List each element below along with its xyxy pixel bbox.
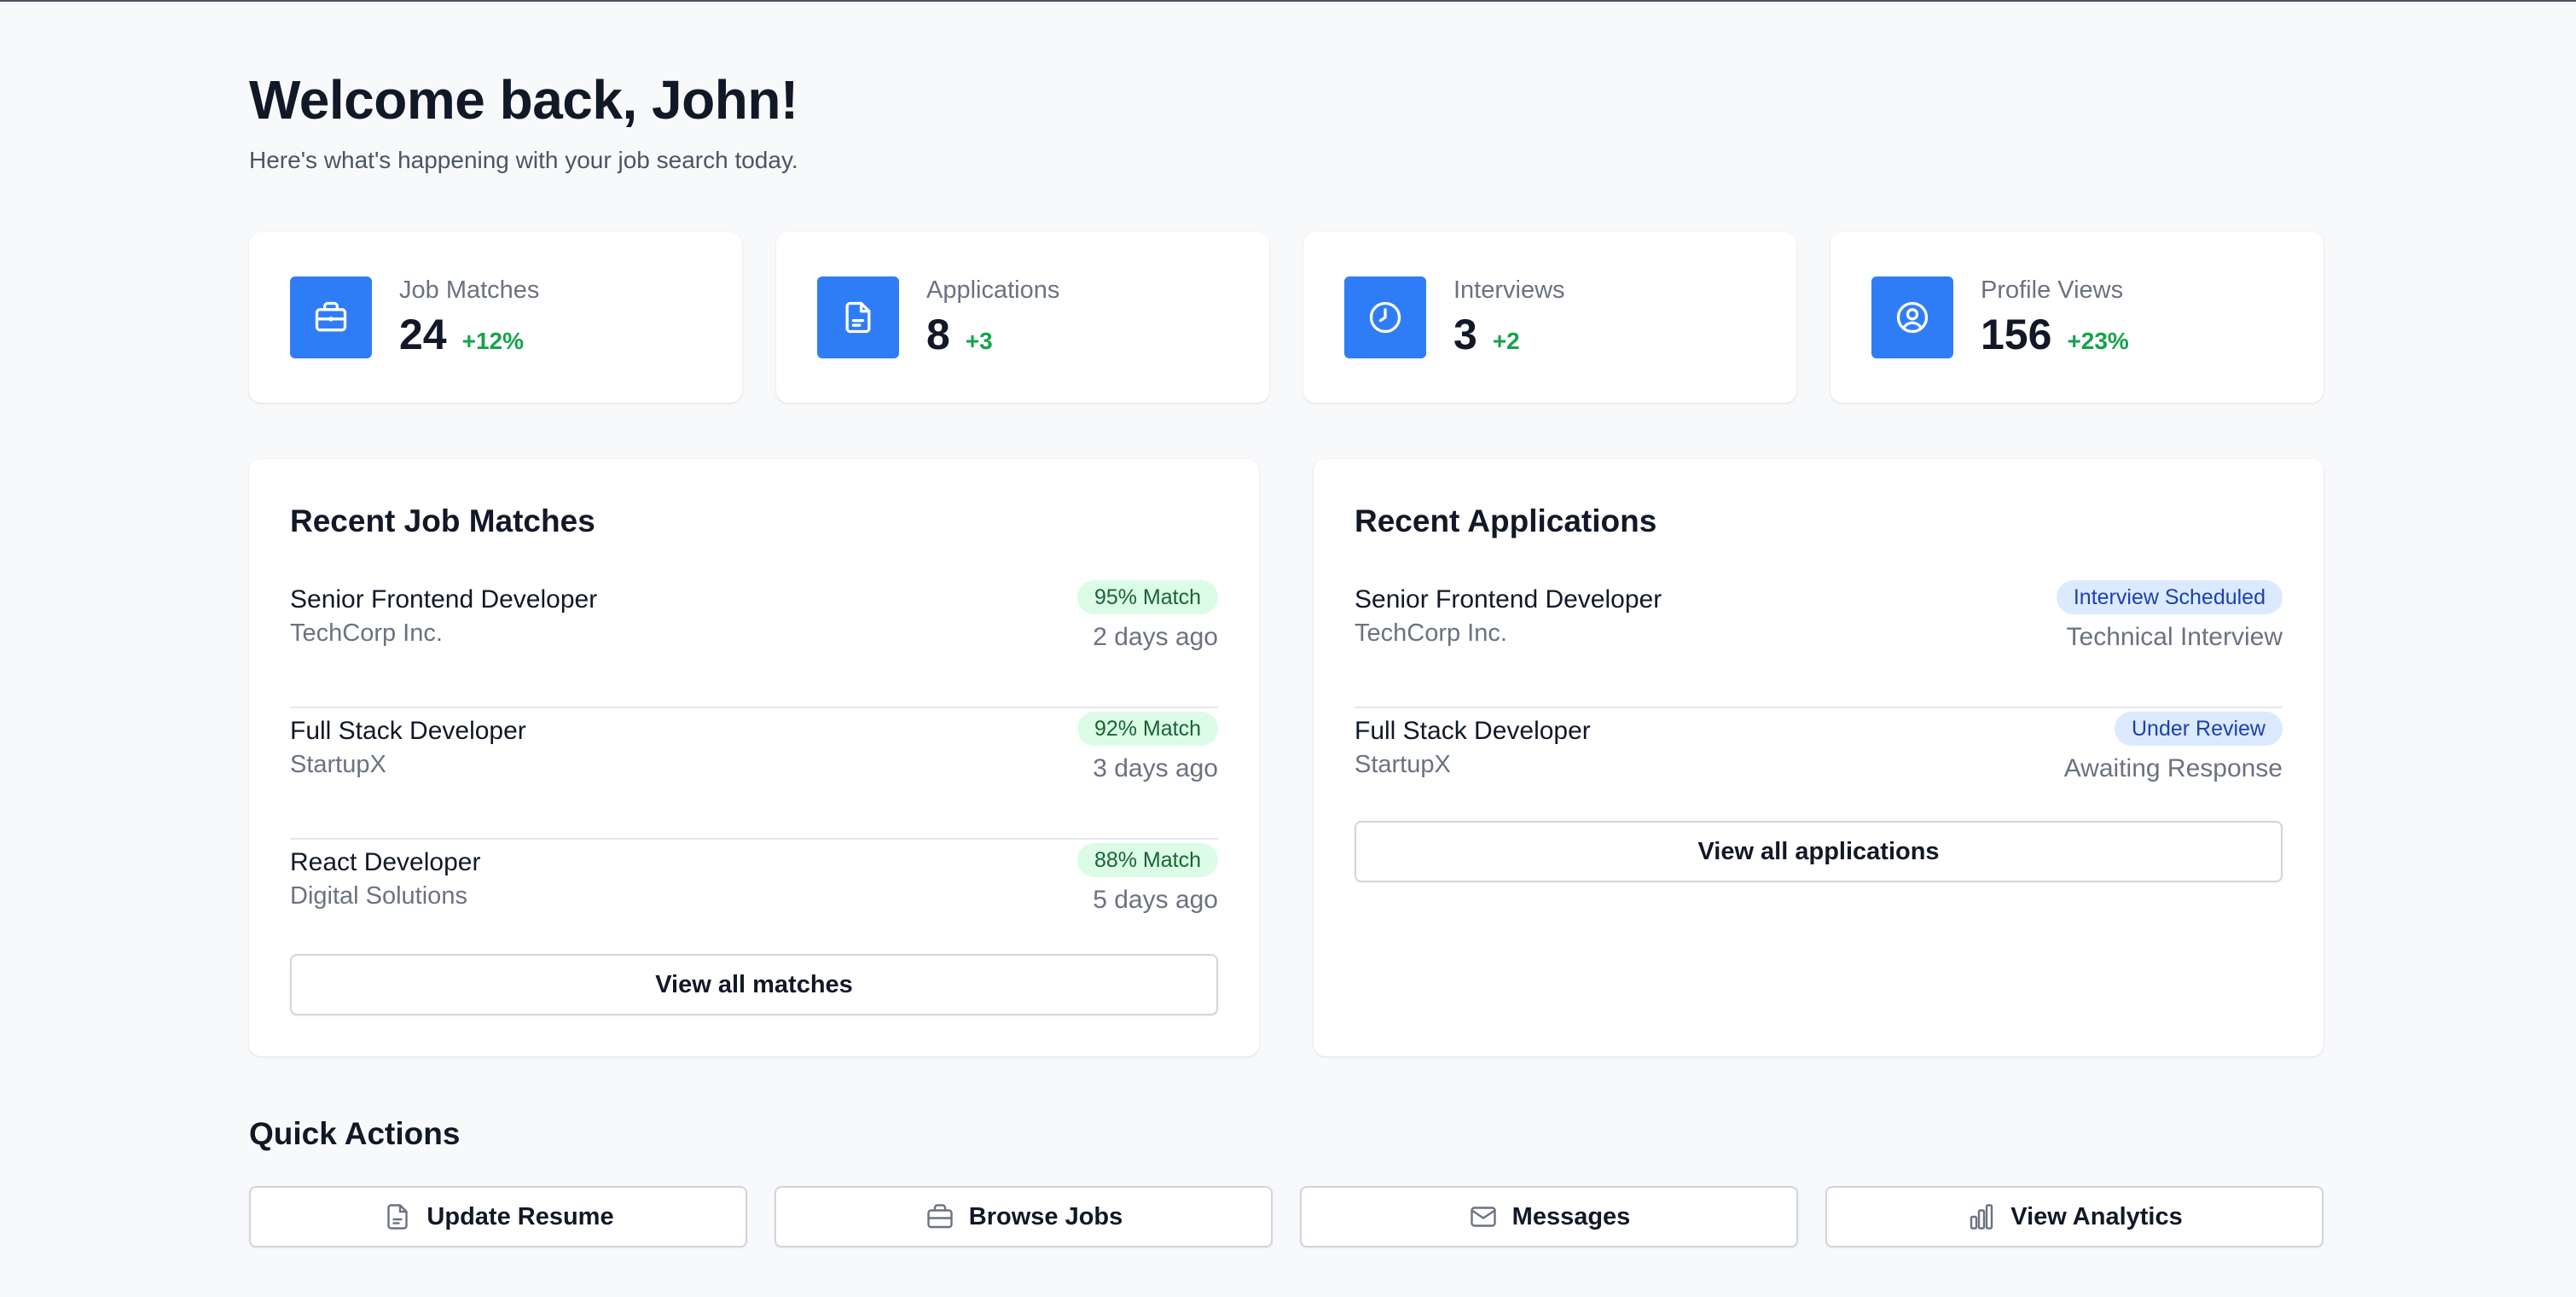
document-icon	[817, 276, 899, 358]
company-name: StartupX	[290, 751, 386, 778]
list-item[interactable]: Full Stack Developer StartupX 92% Match …	[290, 708, 1218, 840]
top-border	[0, 0, 2576, 2]
clock-icon	[1344, 276, 1426, 358]
stat-delta: +2	[1492, 328, 1520, 354]
application-list: Senior Frontend Developer TechCorp Inc. …	[1355, 577, 2283, 840]
bar-chart-icon	[1970, 1204, 1993, 1230]
button-label: Messages	[1511, 1202, 1631, 1230]
job-title: Senior Frontend Developer	[290, 585, 598, 614]
list-item[interactable]: Senior Frontend Developer TechCorp Inc. …	[1355, 577, 2283, 708]
stat-value: 156	[1981, 311, 2052, 358]
stat-value: 24	[399, 311, 447, 358]
stat-label: Profile Views	[1981, 276, 2124, 304]
job-title: Senior Frontend Developer	[1355, 585, 1662, 614]
browse-jobs-button[interactable]: Browse Jobs	[775, 1186, 1273, 1248]
stat-delta: +3	[965, 328, 993, 354]
company-name: TechCorp Inc.	[1355, 619, 1507, 647]
user-circle-icon	[1871, 276, 1953, 358]
job-title: Full Stack Developer	[290, 717, 526, 745]
match-badge: 92% Match	[1076, 712, 1218, 746]
messages-button[interactable]: Messages	[1300, 1186, 1798, 1248]
button-label: View Analytics	[2010, 1202, 2183, 1230]
application-status: Awaiting Response	[2063, 754, 2283, 782]
stat-value: 3	[1453, 311, 1477, 358]
recent-applications-panel: Recent Applications Senior Frontend Deve…	[1314, 459, 2324, 1056]
list-item[interactable]: Full Stack Developer StartupX Under Revi…	[1355, 708, 2283, 840]
stat-card-interviews[interactable]: Interviews 3 +2	[1303, 232, 1796, 403]
document-icon	[387, 1204, 409, 1230]
match-badge: 95% Match	[1076, 580, 1218, 614]
page-subtitle: Here's what's happening with your job se…	[249, 147, 798, 173]
recent-job-matches-panel: Recent Job Matches Senior Frontend Devel…	[249, 459, 1259, 1056]
briefcase-icon	[290, 276, 372, 358]
stat-label: Job Matches	[399, 276, 540, 304]
panel-title: Recent Job Matches	[290, 503, 595, 538]
quick-actions-row: Update Resume Browse Jobs Messages View …	[249, 1186, 2324, 1248]
status-badge: Interview Scheduled	[2056, 580, 2283, 614]
posted-time: 5 days ago	[1093, 886, 1218, 914]
page-title: Welcome back, John!	[249, 69, 798, 131]
button-label: Browse Jobs	[968, 1202, 1123, 1230]
update-resume-button[interactable]: Update Resume	[249, 1186, 747, 1248]
company-name: TechCorp Inc.	[290, 619, 443, 647]
stat-card-job-matches[interactable]: Job Matches 24 +12%	[249, 232, 742, 403]
application-status: Technical Interview	[2066, 623, 2283, 651]
stat-delta: +12%	[461, 328, 525, 354]
job-title: Full Stack Developer	[1355, 717, 1591, 745]
view-all-matches-button[interactable]: View all matches	[290, 954, 1218, 1015]
stat-card-applications[interactable]: Applications 8 +3	[776, 232, 1269, 403]
list-item[interactable]: Senior Frontend Developer TechCorp Inc. …	[290, 577, 1218, 708]
stat-label: Applications	[926, 276, 1060, 304]
mail-icon	[1470, 1207, 1496, 1227]
posted-time: 2 days ago	[1093, 623, 1218, 651]
list-item[interactable]: React Developer Digital Solutions 88% Ma…	[290, 840, 1218, 971]
company-name: Digital Solutions	[290, 882, 467, 910]
briefcase-icon	[927, 1204, 953, 1229]
company-name: StartupX	[1355, 751, 1451, 778]
view-analytics-button[interactable]: View Analytics	[1825, 1186, 2324, 1248]
posted-time: 3 days ago	[1093, 754, 1218, 782]
stat-delta: +23%	[2067, 328, 2129, 354]
view-all-applications-button[interactable]: View all applications	[1355, 821, 2283, 882]
stat-label: Interviews	[1453, 276, 1565, 304]
stats-row: Job Matches 24 +12% Applications 8 +3 In…	[249, 232, 2324, 403]
quick-actions-title: Quick Actions	[249, 1116, 461, 1151]
job-match-list: Senior Frontend Developer TechCorp Inc. …	[290, 577, 1218, 971]
job-title: React Developer	[290, 848, 481, 876]
stat-value: 8	[926, 311, 950, 358]
status-badge: Under Review	[2114, 712, 2283, 746]
stat-card-profile-views[interactable]: Profile Views 156 +23%	[1830, 232, 2324, 403]
panel-title: Recent Applications	[1355, 503, 1657, 538]
match-badge: 88% Match	[1076, 843, 1218, 877]
button-label: Update Resume	[426, 1202, 614, 1230]
